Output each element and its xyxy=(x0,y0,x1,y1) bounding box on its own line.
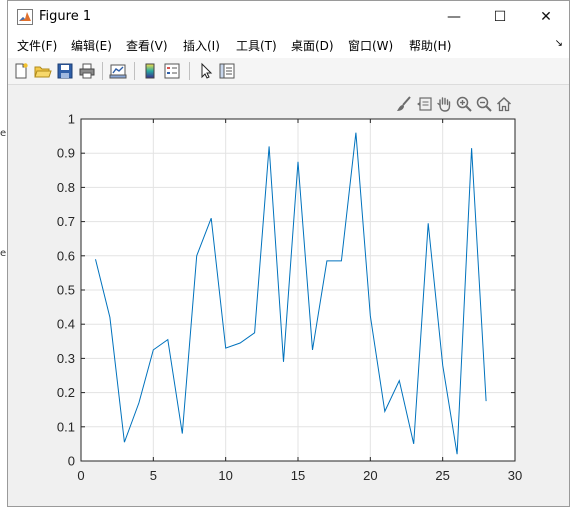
window-title: Figure 1 xyxy=(39,9,92,24)
maximize-icon: ☐ xyxy=(493,8,507,25)
new-figure-icon[interactable] xyxy=(12,62,30,80)
y-tick-label: 0.3 xyxy=(57,351,75,366)
menu-window[interactable]: 窗口(W) xyxy=(348,37,393,54)
menu-insert[interactable]: 插入(I) xyxy=(183,37,220,54)
background-text-fragment: e xyxy=(0,128,7,139)
open-file-icon[interactable] xyxy=(34,62,52,80)
figure-toolbar xyxy=(8,58,569,85)
menu-file[interactable]: 文件(F) xyxy=(17,37,57,54)
y-tick-label: 0.9 xyxy=(57,146,75,161)
menu-bar: 文件(F) 编辑(E) 查看(V) 插入(I) 工具(T) 桌面(D) 窗口(W… xyxy=(8,32,569,58)
menu-tools[interactable]: 工具(T) xyxy=(236,37,277,54)
y-tick-label: 0.8 xyxy=(57,180,75,195)
y-tick-labels: 0 0.1 0.2 0.3 0.4 0.5 0.6 0.7 0.8 0.9 1 xyxy=(57,112,75,469)
menu-view[interactable]: 查看(V) xyxy=(126,37,168,54)
y-tick-label: 1 xyxy=(68,112,75,127)
y-tick-label: 0.7 xyxy=(57,214,75,229)
property-inspector-icon[interactable] xyxy=(218,62,236,80)
x-tick-label: 15 xyxy=(291,468,305,483)
x-tick-label: 30 xyxy=(508,468,522,483)
plot-axes[interactable]: 0 5 10 15 20 25 30 0 0.1 0.2 0.3 0.4 0.5 0.6 0.7 0.8 0.… xyxy=(8,86,569,506)
minimize-button[interactable]: — xyxy=(431,1,477,32)
y-tick-label: 0.6 xyxy=(57,248,75,263)
toolbar-separator xyxy=(102,62,103,80)
menu-help[interactable]: 帮助(H) xyxy=(409,37,451,54)
background-text-fragment: e xyxy=(0,248,7,259)
maximize-button[interactable]: ☐ xyxy=(477,1,523,32)
legend-icon[interactable] xyxy=(163,62,181,80)
title-bar[interactable]: Figure 1 — ☐ ✕ xyxy=(8,1,569,32)
y-tick-label: 0.1 xyxy=(57,419,75,434)
close-button[interactable]: ✕ xyxy=(523,1,569,32)
y-tick-label: 0.5 xyxy=(57,283,75,298)
minimize-icon: — xyxy=(447,8,461,25)
toolbar-separator xyxy=(134,62,135,80)
y-tick-label: 0 xyxy=(68,454,75,469)
close-icon: ✕ xyxy=(540,8,552,25)
print-icon[interactable] xyxy=(78,62,96,80)
x-tick-label: 5 xyxy=(150,468,157,483)
x-tick-label: 10 xyxy=(218,468,232,483)
menu-desktop[interactable]: 桌面(D) xyxy=(291,37,334,54)
menu-edit[interactable]: 编辑(E) xyxy=(71,37,112,54)
edit-plot-icon[interactable] xyxy=(196,62,214,80)
y-tick-label: 0.2 xyxy=(57,385,75,400)
x-tick-label: 25 xyxy=(435,468,449,483)
x-tick-labels: 0 5 10 15 20 25 30 xyxy=(77,468,522,483)
matlab-app-icon xyxy=(17,9,33,25)
save-icon[interactable] xyxy=(56,62,74,80)
figure-window: Figure 1 — ☐ ✕ 文件(F) 编辑(E) 查看(V) 插入(I) 工… xyxy=(7,0,570,507)
figure-canvas[interactable]: 0 5 10 15 20 25 30 0 0.1 0.2 0.3 0.4 0.5 0.6 0.7 0.8 0.… xyxy=(8,86,569,506)
menu-overflow-arrow-icon[interactable]: ↘ xyxy=(555,38,563,49)
x-tick-label: 0 xyxy=(77,468,84,483)
link-plot-icon[interactable] xyxy=(109,62,127,80)
x-tick-label: 20 xyxy=(363,468,377,483)
y-tick-label: 0.4 xyxy=(57,317,75,332)
colorbar-icon[interactable] xyxy=(141,62,159,80)
toolbar-separator xyxy=(189,62,190,80)
